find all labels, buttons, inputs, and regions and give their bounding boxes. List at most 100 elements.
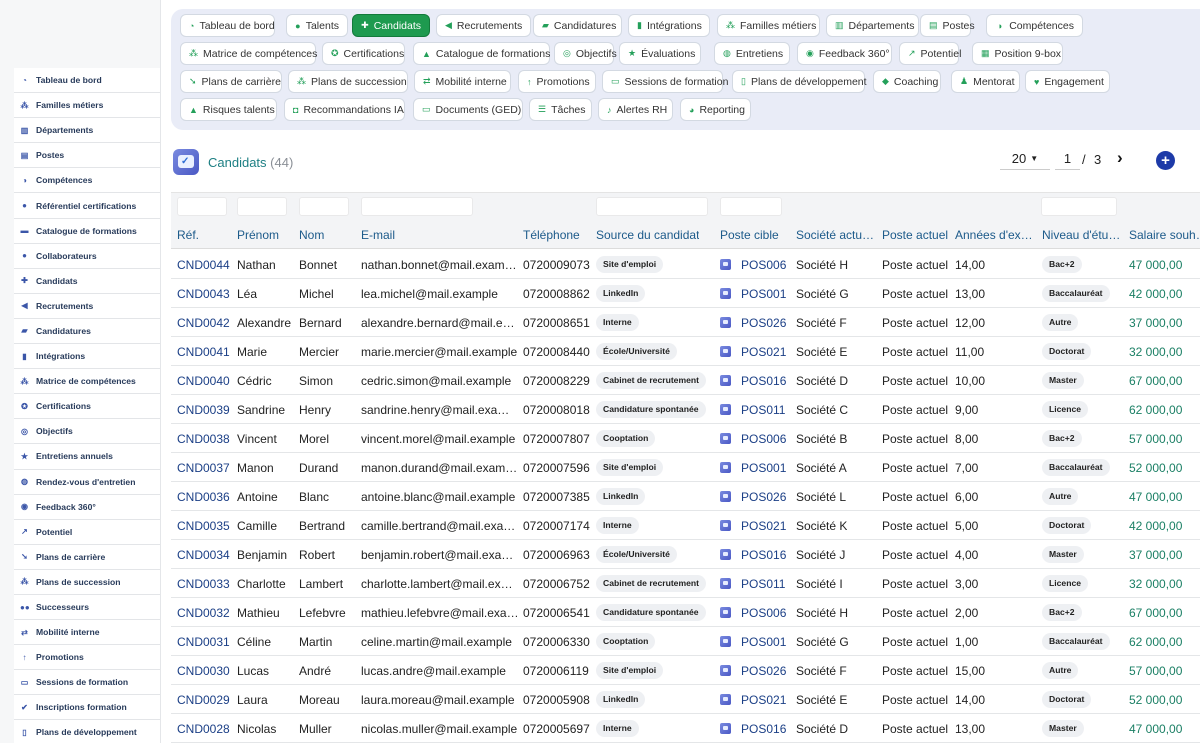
- nav-chip[interactable]: ♥ Engagement: [1025, 70, 1110, 93]
- sidebar-item[interactable]: ◉ Feedback 360°: [14, 494, 160, 520]
- target-position-link[interactable]: POS016: [741, 722, 786, 736]
- target-position-link[interactable]: POS001: [741, 287, 786, 301]
- ref-cell[interactable]: CND0039: [177, 403, 230, 417]
- nav-chip[interactable]: ◎ Objectifs: [554, 42, 617, 65]
- nav-chip[interactable]: ◀ Recrutements: [436, 14, 531, 37]
- sidebar-item[interactable]: ⇄ Mobilité interne: [14, 620, 160, 646]
- table-row[interactable]: CND0029 Laura Moreau laura.moreau@mail.exam…: [171, 685, 1200, 714]
- target-position-link[interactable]: POS011: [741, 577, 785, 591]
- sidebar-item[interactable]: ▰ Candidatures: [14, 318, 160, 345]
- nav-chip[interactable]: ⁂ Plans de succession: [288, 70, 408, 93]
- sidebar-item[interactable]: ◎ Objectifs: [14, 419, 160, 445]
- sidebar-item[interactable]: ⁂ Plans de succession: [14, 569, 160, 595]
- nav-chip[interactable]: ◑ Compétences: [986, 14, 1083, 37]
- ref-cell[interactable]: CND0044: [177, 258, 230, 272]
- ref-cell[interactable]: CND0029: [177, 693, 230, 707]
- nav-chip[interactable]: ▲ Catalogue de formations: [413, 42, 550, 65]
- column-header[interactable]: Années d'expérience: [955, 228, 1039, 242]
- nav-chip[interactable]: ▤ Postes: [920, 14, 975, 37]
- column-header[interactable]: Société actuelle: [796, 228, 880, 242]
- column-filter-input[interactable]: [237, 197, 287, 216]
- target-position-link[interactable]: POS026: [741, 490, 786, 504]
- sidebar-item[interactable]: ◑ Compétences: [14, 168, 160, 194]
- nav-chip[interactable]: ▮ Intégrations: [628, 14, 710, 37]
- nav-chip[interactable]: ▲ Risques talents: [180, 98, 277, 121]
- target-position-link[interactable]: POS001: [741, 635, 786, 649]
- column-header[interactable]: Téléphone: [523, 228, 580, 242]
- column-header[interactable]: Poste actuel: [882, 228, 948, 242]
- column-header[interactable]: Niveau d'études: [1042, 228, 1126, 242]
- table-row[interactable]: CND0042 Alexandre Bernard alexandre.bernard…: [171, 308, 1200, 337]
- sidebar-item[interactable]: ↗ Potentiel: [14, 519, 160, 545]
- nav-chip[interactable]: ▭ Documents (GED): [413, 98, 523, 121]
- sidebar-item[interactable]: ● Référentiel certifications: [14, 193, 160, 219]
- ref-cell[interactable]: CND0035: [177, 519, 230, 533]
- table-row[interactable]: CND0036 Antoine Blanc antoine.blanc@mail.ex…: [171, 482, 1200, 511]
- table-row[interactable]: CND0028 Nicolas Muller nicolas.muller@mail.…: [171, 714, 1200, 743]
- target-position-link[interactable]: POS016: [741, 374, 786, 388]
- table-row[interactable]: CND0030 Lucas André lucas.andre@mail.exampl…: [171, 656, 1200, 685]
- table-row[interactable]: CND0035 Camille Bertrand camille.bertrand@m…: [171, 511, 1200, 540]
- ref-cell[interactable]: CND0032: [177, 606, 230, 620]
- nav-chip[interactable]: ⁂ Matrice de compétences: [180, 42, 317, 65]
- column-filter-input[interactable]: [720, 197, 782, 216]
- target-position-link[interactable]: POS021: [741, 519, 786, 533]
- column-header[interactable]: E-mail: [361, 228, 395, 242]
- target-position-link[interactable]: POS021: [741, 345, 786, 359]
- table-row[interactable]: CND0031 Céline Martin celine.martin@mail.ex…: [171, 627, 1200, 656]
- table-row[interactable]: CND0038 Vincent Morel vincent.morel@mail.ex…: [171, 424, 1200, 453]
- target-position-link[interactable]: POS026: [741, 316, 786, 330]
- target-position-link[interactable]: POS011: [741, 403, 785, 417]
- sidebar-item[interactable]: ▤ Postes: [14, 143, 160, 169]
- table-row[interactable]: CND0041 Marie Mercier marie.mercier@mail.ex…: [171, 337, 1200, 366]
- target-position-link[interactable]: POS021: [741, 693, 786, 707]
- target-position-link[interactable]: POS001: [741, 461, 786, 475]
- sidebar-item[interactable]: ★ Entretiens annuels: [14, 444, 160, 470]
- nav-chip[interactable]: ⁂ Familles métiers: [717, 14, 820, 37]
- nav-chip[interactable]: ♪ Alertes RH: [598, 98, 673, 121]
- ref-cell[interactable]: CND0043: [177, 287, 230, 301]
- sidebar-item[interactable]: ⁂ Matrice de compétences: [14, 369, 160, 395]
- sidebar-item[interactable]: ▭ Sessions de formation: [14, 670, 160, 696]
- sidebar-item[interactable]: ▯ Plans de développement: [14, 720, 160, 743]
- sidebar-item[interactable]: ◔ Tableau de bord: [14, 68, 160, 94]
- table-row[interactable]: CND0039 Sandrine Henry sandrine.henry@mail.…: [171, 395, 1200, 424]
- target-position-link[interactable]: POS006: [741, 606, 786, 620]
- nav-chip[interactable]: ▯ Plans de développement: [732, 70, 867, 93]
- ref-cell[interactable]: CND0031: [177, 635, 230, 649]
- nav-chip[interactable]: ◘ Recommandations IA: [284, 98, 405, 121]
- column-header[interactable]: Prénom: [237, 228, 279, 242]
- sidebar-item[interactable]: ✚ Candidats: [14, 268, 160, 294]
- current-page-input[interactable]: 1: [1055, 148, 1080, 170]
- page-size-select[interactable]: 20 ▼: [1000, 148, 1050, 170]
- nav-chip[interactable]: ◉ Feedback 360°: [797, 42, 892, 65]
- nav-chip[interactable]: ★ Évaluations: [619, 42, 701, 65]
- column-header[interactable]: Nom: [299, 228, 324, 242]
- ref-cell[interactable]: CND0038: [177, 432, 230, 446]
- column-header[interactable]: Salaire souhaité: [1129, 228, 1200, 242]
- nav-chip[interactable]: ♟ Mentorat: [951, 70, 1020, 93]
- nav-chip[interactable]: ↑ Promotions: [518, 70, 596, 93]
- table-row[interactable]: CND0033 Charlotte Lambert charlotte.lambert…: [171, 569, 1200, 598]
- table-row[interactable]: CND0043 Léa Michel lea.michel@mail.example 0…: [171, 279, 1200, 308]
- ref-cell[interactable]: CND0040: [177, 374, 230, 388]
- sidebar-item[interactable]: ▥ Départements: [14, 118, 160, 144]
- sidebar-item[interactable]: ➘ Plans de carrière: [14, 544, 160, 570]
- nav-chip[interactable]: ◍ Entretiens: [714, 42, 790, 65]
- ref-cell[interactable]: CND0042: [177, 316, 230, 330]
- column-filter-input[interactable]: [596, 197, 708, 216]
- nav-chip[interactable]: ▦ Position 9-box: [972, 42, 1063, 65]
- sidebar-item[interactable]: ✔ Inscriptions formation: [14, 695, 160, 721]
- target-position-link[interactable]: POS006: [741, 258, 786, 272]
- nav-chip[interactable]: ◕ Reporting: [680, 98, 751, 121]
- nav-chip[interactable]: ☰ Tâches: [529, 98, 592, 121]
- sidebar-item[interactable]: ▮ Intégrations: [14, 344, 160, 370]
- sidebar-item[interactable]: ◀ Recrutements: [14, 293, 160, 319]
- target-position-link[interactable]: POS006: [741, 432, 786, 446]
- ref-cell[interactable]: CND0041: [177, 345, 230, 359]
- nav-chip[interactable]: ● Talents: [286, 14, 348, 37]
- sidebar-item[interactable]: ↑ Promotions: [14, 645, 160, 671]
- table-row[interactable]: CND0037 Manon Durand manon.durand@mail.exam…: [171, 453, 1200, 482]
- nav-chip[interactable]: ⇄ Mobilité interne: [414, 70, 511, 93]
- sidebar-item[interactable]: ●● Successeurs: [14, 594, 160, 621]
